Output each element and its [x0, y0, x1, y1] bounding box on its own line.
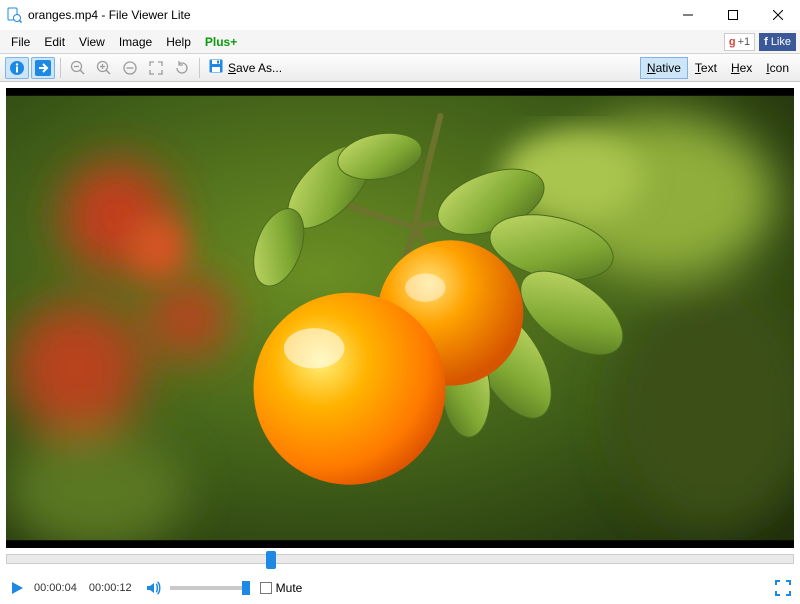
- open-external-button[interactable]: [31, 57, 55, 79]
- mute-label: Mute: [276, 581, 303, 595]
- fit-window-button[interactable]: [144, 57, 168, 79]
- fullscreen-button[interactable]: [772, 577, 794, 599]
- duration: 00:00:12: [89, 582, 132, 594]
- window-title: oranges.mp4 - File Viewer Lite: [28, 8, 191, 22]
- title-bar: oranges.mp4 - File Viewer Lite: [0, 0, 800, 30]
- seek-track[interactable]: [6, 554, 794, 564]
- rotate-button[interactable]: [170, 57, 194, 79]
- view-mode-hex[interactable]: Hex: [724, 57, 759, 79]
- toolbar-separator: [199, 58, 200, 78]
- menu-image[interactable]: Image: [112, 32, 159, 52]
- facebook-like-label: Like: [771, 36, 791, 48]
- volume-slider[interactable]: [170, 586, 250, 590]
- play-button[interactable]: [6, 577, 28, 599]
- video-viewport[interactable]: [6, 88, 794, 548]
- info-button[interactable]: [5, 57, 29, 79]
- mute-checkbox[interactable]: [260, 582, 272, 594]
- menu-plus[interactable]: Plus+: [198, 32, 244, 52]
- mute-toggle[interactable]: Mute: [260, 581, 303, 595]
- menu-view[interactable]: View: [72, 32, 112, 52]
- volume-thumb[interactable]: [242, 581, 250, 595]
- zoom-in-button[interactable]: [92, 57, 116, 79]
- close-button[interactable]: [755, 0, 800, 30]
- google-plus-count: +1: [738, 36, 751, 48]
- view-mode-text[interactable]: Text: [688, 57, 724, 79]
- toolbar-separator: [60, 58, 61, 78]
- seek-thumb[interactable]: [266, 551, 276, 569]
- zoom-reset-button[interactable]: [118, 57, 142, 79]
- toolbar: Save As... Native Text Hex Icon: [0, 54, 800, 82]
- current-time: 00:00:04: [34, 582, 77, 594]
- volume-button[interactable]: [142, 577, 164, 599]
- view-mode-icon[interactable]: Icon: [759, 57, 796, 79]
- google-plus-badge[interactable]: g+1: [724, 33, 755, 51]
- save-icon: [208, 58, 224, 77]
- seek-bar[interactable]: [6, 554, 794, 572]
- menu-file[interactable]: File: [4, 32, 37, 52]
- save-as-label: Save As...: [228, 61, 282, 75]
- facebook-like-badge[interactable]: fLike: [759, 33, 796, 51]
- app-icon: [6, 7, 22, 23]
- view-mode-native[interactable]: Native: [640, 57, 688, 79]
- menu-edit[interactable]: Edit: [37, 32, 72, 52]
- menu-help[interactable]: Help: [159, 32, 198, 52]
- minimize-button[interactable]: [665, 0, 710, 30]
- maximize-button[interactable]: [710, 0, 755, 30]
- save-as-button[interactable]: Save As...: [204, 58, 286, 77]
- zoom-out-button[interactable]: [66, 57, 90, 79]
- menu-bar: File Edit View Image Help Plus+ g+1 fLik…: [0, 30, 800, 54]
